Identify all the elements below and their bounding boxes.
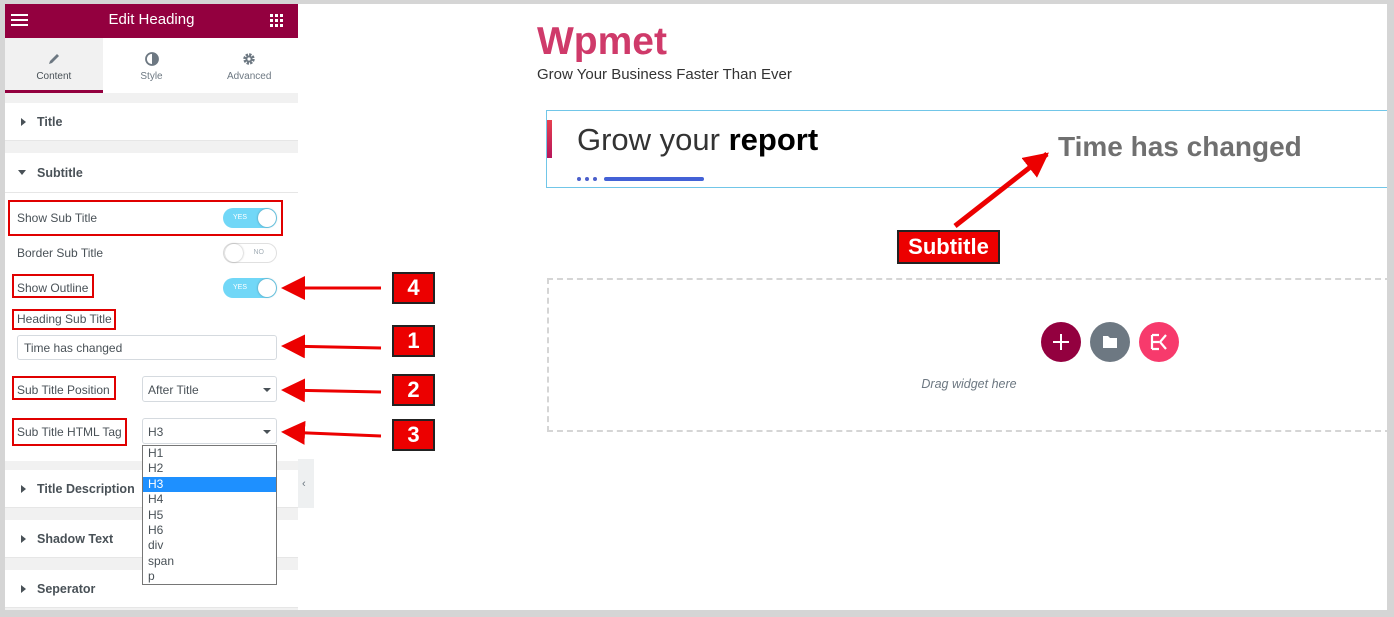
editor-panel: Edit Heading Content Style Advanced Titl…: [5, 4, 298, 610]
heading-title-bold: report: [728, 122, 819, 157]
show-sub-title-toggle[interactable]: YES: [223, 208, 277, 228]
section-title[interactable]: Title: [5, 103, 298, 141]
dropdown-option[interactable]: p: [143, 569, 276, 584]
panel-title: Edit Heading: [108, 11, 195, 28]
html-tag-dropdown-list: H1 H2 H3 H4 H5 H6 div span p: [142, 445, 277, 585]
separator-line: [604, 177, 704, 181]
add-section-button[interactable]: [1041, 322, 1081, 362]
dropdown-option-selected[interactable]: H3: [143, 476, 276, 493]
tab-advanced-label: Advanced: [226, 71, 272, 82]
section-separator-label: Seperator: [37, 582, 96, 596]
collapsed-caret-icon: [21, 118, 26, 126]
editor-window: Edit Heading Content Style Advanced Titl…: [5, 4, 1387, 610]
annotation-badge-4: 4: [392, 272, 435, 304]
widgets-grid-icon[interactable]: [270, 14, 283, 27]
section-title-description-label: Title Description: [37, 482, 135, 496]
toggle-state-text: NO: [253, 249, 265, 256]
heading-title: Grow your report: [577, 122, 818, 158]
sub-title-position-label: Sub Title Position: [17, 383, 110, 397]
toggle-state-text: YES: [233, 284, 248, 291]
annotation-badge-2: 2: [392, 374, 435, 406]
dropdown-option[interactable]: H2: [143, 461, 276, 476]
tab-advanced[interactable]: Advanced: [200, 38, 298, 93]
heading-accent-bar: [547, 120, 552, 158]
pencil-icon: [48, 54, 59, 64]
site-tagline: Grow Your Business Faster Than Ever: [537, 66, 792, 83]
dropdown-option[interactable]: H5: [143, 508, 276, 523]
collapse-panel-button[interactable]: ‹: [298, 459, 314, 508]
show-outline-label: Show Outline: [17, 281, 89, 295]
selected-value: H3: [148, 425, 164, 439]
widget-drop-area[interactable]: Drag widget here: [547, 278, 1387, 432]
section-title-label: Title: [37, 115, 63, 129]
contrast-icon: [144, 52, 159, 66]
dropdown-option[interactable]: H4: [143, 492, 276, 507]
annotation-badge-1: 1: [392, 325, 435, 357]
heading-subtitle: Time has changed: [1058, 131, 1302, 162]
tab-style[interactable]: Style: [103, 38, 201, 93]
drag-widget-hint: Drag widget here: [921, 377, 1017, 391]
border-sub-title-label: Border Sub Title: [17, 246, 104, 260]
tab-content[interactable]: Content: [5, 38, 103, 93]
add-template-button[interactable]: [1090, 322, 1130, 362]
heading-title-normal: Grow your: [577, 122, 729, 157]
heading-sub-title-label: Heading Sub Title: [17, 312, 112, 326]
section-subtitle[interactable]: Subtitle: [5, 153, 298, 193]
folder-icon: [1103, 336, 1117, 348]
selected-value: After Title: [148, 383, 199, 397]
show-sub-title-label: Show Sub Title: [17, 211, 98, 225]
toggle-knob: [225, 244, 243, 262]
annotation-badge-3: 3: [392, 419, 435, 451]
show-outline-toggle[interactable]: YES: [223, 278, 277, 298]
tab-style-label: Style: [140, 71, 163, 82]
heading-sub-title-input[interactable]: Time has changed: [17, 335, 277, 360]
section-subtitle-label: Subtitle: [37, 166, 83, 180]
sub-title-html-tag-select[interactable]: H3: [142, 418, 277, 444]
toggle-knob: [258, 209, 276, 227]
section-shadow-text-label: Shadow Text: [37, 532, 114, 546]
border-sub-title-toggle[interactable]: NO: [223, 243, 277, 263]
sub-title-position-select[interactable]: After Title: [142, 376, 277, 402]
collapsed-caret-icon: [21, 485, 26, 493]
panel-header: Edit Heading: [5, 4, 298, 38]
dropdown-option[interactable]: H1: [143, 446, 276, 461]
dropdown-option[interactable]: div: [143, 538, 276, 553]
dropdown-option[interactable]: H6: [143, 523, 276, 538]
collapsed-caret-icon: [21, 535, 26, 543]
chevron-down-icon: [263, 388, 271, 392]
chevron-down-icon: [263, 430, 271, 434]
elementskit-library-button[interactable]: [1139, 322, 1179, 362]
toggle-state-text: YES: [233, 214, 248, 221]
site-brand: Wpmet: [537, 20, 667, 63]
toggle-knob: [258, 279, 276, 297]
heading-widget[interactable]: Grow your report Time has changed: [546, 110, 1387, 188]
expanded-caret-icon: [18, 170, 26, 175]
elementskit-logo-icon: [1150, 333, 1167, 351]
gear-icon: [243, 53, 255, 65]
chevron-left-icon: ‹: [302, 478, 306, 490]
annotation-subtitle-callout: Subtitle: [897, 230, 1000, 264]
tab-content-label: Content: [36, 71, 72, 82]
sub-title-html-tag-label: Sub Title HTML Tag: [17, 425, 122, 439]
collapsed-caret-icon: [21, 585, 26, 593]
dropdown-option[interactable]: span: [143, 554, 276, 569]
panel-tabs: Content Style Advanced: [5, 38, 298, 93]
